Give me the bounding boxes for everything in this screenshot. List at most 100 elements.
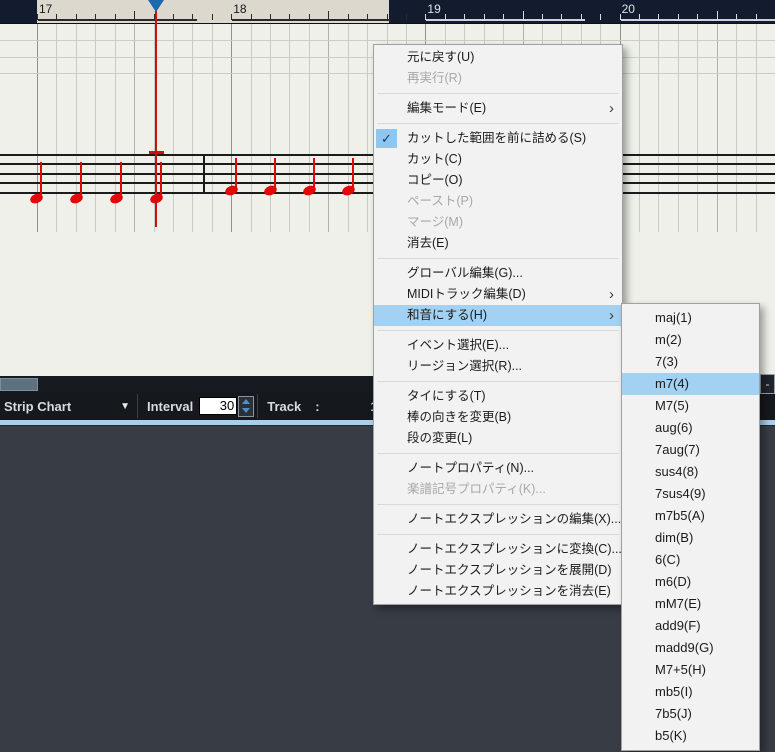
menu-item-label: madd9(G) [655, 640, 714, 655]
grid-vertical-line [658, 23, 659, 232]
chord-menu-item[interactable]: M7+5(H) [622, 659, 759, 681]
context-menu-item[interactable]: MIDIトラック編集(D) › [374, 284, 622, 305]
context-menu-item[interactable]: 編集モード(E)› [374, 98, 622, 119]
context-menu-item[interactable]: ノートエクスプレッションを消去(E) [374, 581, 622, 602]
ruler-tick [600, 14, 601, 20]
context-menu-item[interactable]: ノートエクスプレッションの編集(X)... [374, 509, 622, 530]
menu-item-label: mb5(I) [655, 684, 693, 699]
chord-menu-item[interactable]: b5(K) [622, 725, 759, 747]
context-menu-item[interactable]: 段の変更(L) [374, 428, 622, 449]
spinner-down-icon[interactable] [242, 408, 250, 413]
context-menu-item[interactable]: ノートエクスプレッションを展開(D) [374, 560, 622, 581]
submenu-arrow-icon: › [609, 305, 614, 326]
menu-item-label: カット(C) [407, 152, 462, 166]
ruler-underline [232, 19, 391, 21]
note-stem [352, 158, 354, 192]
menu-item-label: m7b5(A) [655, 508, 705, 523]
ruler-tick [406, 14, 407, 20]
spinner-up-icon[interactable] [242, 399, 250, 404]
menu-item-label: 棒の向きを変更(B) [407, 410, 511, 424]
ruler-underline [38, 19, 197, 21]
context-menu-item[interactable]: 元に戻す(U) [374, 47, 622, 68]
menu-item-label: 和音にする(H) [407, 308, 487, 322]
chord-menu-item[interactable]: maj(1) [622, 307, 759, 329]
grid-vertical-line [231, 23, 232, 232]
context-menu-item[interactable]: 和音にする(H) › [374, 305, 622, 326]
chord-menu-item[interactable]: 7(3) [622, 351, 759, 373]
chord-menu-item[interactable]: m7(4) [622, 373, 759, 395]
menu-separator [374, 119, 622, 128]
chord-menu-item[interactable]: madd9(G) [622, 637, 759, 659]
menu-item-label: ノートエクスプレッションの編集(X)... [407, 512, 621, 526]
context-menu-item[interactable]: ノートプロパティ(N)... [374, 458, 622, 479]
timeline-ruler[interactable]: 17181920 [0, 0, 775, 24]
chord-menu-item[interactable]: mM7(E) [622, 593, 759, 615]
context-menu-item: マージ(M) [374, 212, 622, 233]
chord-menu-item[interactable]: dim(B) [622, 527, 759, 549]
menu-separator [374, 530, 622, 539]
interval-spinner[interactable] [238, 396, 254, 417]
grid-vertical-line [697, 23, 698, 232]
menu-item-label: MIDIトラック編集(D) [407, 287, 526, 301]
chord-menu-item[interactable]: m7b5(A) [622, 505, 759, 527]
measure-number: 18 [233, 2, 246, 16]
context-menu-item[interactable]: タイにする(T) [374, 386, 622, 407]
chord-menu-item[interactable]: m6(D) [622, 571, 759, 593]
playhead-line[interactable] [155, 10, 157, 227]
grid-vertical-line [736, 23, 737, 232]
context-menu-item[interactable]: カット(C) [374, 149, 622, 170]
playhead-marker-icon[interactable] [148, 0, 164, 12]
menu-item-label: 7(3) [655, 354, 678, 369]
menu-item-label: 6(C) [655, 552, 680, 567]
menu-item-label: カットした範囲を前に詰める(S) [407, 131, 586, 145]
grid-vertical-line [639, 23, 640, 232]
menu-item-label: ノートエクスプレッションを展開(D) [407, 563, 611, 577]
chord-menu-item[interactable]: 7sus4(9) [622, 483, 759, 505]
grid-vertical-line [367, 23, 368, 232]
menu-item-label: maj(1) [655, 310, 692, 325]
menu-item-label: 再実行(R) [407, 71, 462, 85]
measure-number: 19 [427, 2, 440, 16]
grid-vertical-line [348, 23, 349, 232]
submenu-arrow-icon: › [609, 284, 614, 305]
context-menu-item[interactable]: ノートエクスプレッションに変換(C)... [374, 539, 622, 560]
score-editor-window: 17181920 Strip Chart ▼ Interval 30 Track [0, 0, 775, 752]
menu-item-label: 段の変更(L) [407, 431, 472, 445]
chord-menu-item[interactable]: M7(5) [622, 395, 759, 417]
context-menu-item[interactable]: コピー(O) [374, 170, 622, 191]
menu-item-label: ペースト(P) [407, 194, 473, 208]
strip-chart-dropdown[interactable]: Strip Chart ▼ [0, 392, 134, 420]
ruler-underline [621, 19, 775, 21]
chord-menu-item[interactable]: mb5(I) [622, 681, 759, 703]
chord-menu-item[interactable]: 7b5(J) [622, 703, 759, 725]
menu-separator [374, 500, 622, 509]
chord-menu-item[interactable]: 7aug(7) [622, 439, 759, 461]
context-menu-item[interactable]: 消去(E) [374, 233, 622, 254]
context-menu-item[interactable]: 棒の向きを変更(B) [374, 407, 622, 428]
interval-input[interactable]: 30 [199, 397, 237, 415]
note-stem [40, 162, 42, 200]
toolbar-divider [257, 394, 258, 418]
chord-menu-item[interactable]: sus4(8) [622, 461, 759, 483]
grid-vertical-line [717, 23, 718, 232]
context-menu-item: ペースト(P) [374, 191, 622, 212]
note-stem [274, 158, 276, 192]
chord-menu-item[interactable]: aug(6) [622, 417, 759, 439]
ruler-tick [212, 14, 213, 20]
context-menu-item[interactable]: カットした範囲を前に詰める(S)✓ [374, 128, 622, 149]
minimize-button[interactable]: - [760, 374, 775, 394]
context-menu-item[interactable]: イベント選択(E)... [374, 335, 622, 356]
chord-menu-item[interactable]: add9(F) [622, 615, 759, 637]
menu-separator [374, 89, 622, 98]
menu-item-label: m(2) [655, 332, 682, 347]
chord-menu-item[interactable]: 6(C) [622, 549, 759, 571]
chord-menu-item[interactable]: m(2) [622, 329, 759, 351]
note-stem [80, 162, 82, 200]
note-stem [235, 158, 237, 192]
menu-item-label: イベント選択(E)... [407, 338, 509, 352]
context-menu-item[interactable]: グローバル編集(G)... [374, 263, 622, 284]
menu-item-label: タイにする(T) [407, 389, 486, 403]
context-menu-item[interactable]: リージョン選択(R)... [374, 356, 622, 377]
scrollbar-thumb[interactable] [0, 378, 38, 391]
ruler-underline [426, 19, 585, 21]
